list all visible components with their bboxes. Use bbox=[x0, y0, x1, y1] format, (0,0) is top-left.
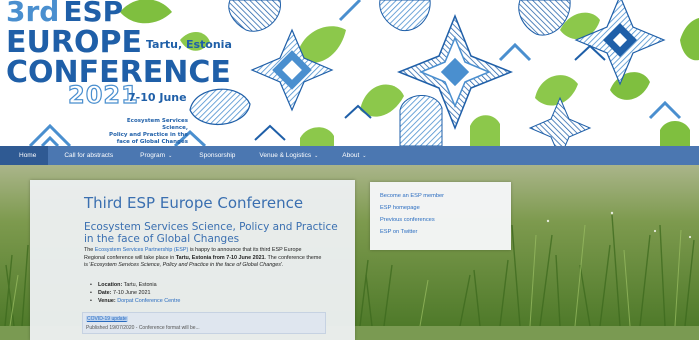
nav-about-label: About bbox=[342, 152, 360, 159]
logo-acronym: ESP bbox=[63, 0, 124, 28]
nav-program-label: Program bbox=[140, 152, 166, 159]
logo-location: Tartu, Estonia bbox=[145, 38, 232, 51]
logo-tagline: Ecosystem Services Science, Policy and P… bbox=[106, 118, 188, 146]
nav-program-dropdown[interactable]: Program ⌄ bbox=[134, 146, 178, 165]
logo-dates: 7-10 June bbox=[128, 91, 187, 104]
nav-venue-logistics-dropdown[interactable]: Venue & Logistics ⌄ bbox=[253, 146, 324, 165]
tagline-line: face of Global Changes bbox=[116, 139, 188, 145]
chevron-down-icon: ⌄ bbox=[362, 152, 367, 159]
chevron-down-icon: ⌄ bbox=[168, 152, 173, 159]
link-previous-conferences[interactable]: Previous conferences bbox=[380, 217, 435, 223]
intro-paragraph: The Ecosystem Services Partnership (ESP)… bbox=[84, 247, 324, 270]
header-banner: 3rd ESP EUROPE Tartu, Estonia CONFERENCE 2… bbox=[0, 0, 699, 146]
nav-venue-logistics-label: Venue & Logistics bbox=[259, 152, 312, 159]
nav-sponsorship-label: Sponsorship bbox=[199, 152, 236, 159]
hatched-dome-5 bbox=[399, 95, 443, 146]
covid-update-link[interactable]: COVID-19 update bbox=[86, 316, 128, 322]
quick-links-card: Become an ESP member ESP homepage Previo… bbox=[370, 182, 511, 250]
main-navigation: Home Call for abstracts Program ⌄ Sponso… bbox=[0, 146, 699, 165]
esp-link[interactable]: Ecosystem Services Partnership (ESP) bbox=[95, 247, 188, 253]
intro-emphasis: Tartu, Estonia from 7-10 June 2021 bbox=[175, 254, 265, 261]
detail-venue: Venue: Dorpat Conference Centre bbox=[90, 297, 180, 305]
chevron-down-icon: ⌄ bbox=[314, 152, 319, 159]
star-motif-4 bbox=[528, 96, 592, 146]
detail-location: Location: Tartu, Estonia bbox=[90, 281, 180, 289]
tagline-line: Ecosystem Services Science, bbox=[126, 118, 188, 131]
intro-text: The bbox=[84, 247, 95, 253]
venue-link[interactable]: Dorpat Conference Centre bbox=[117, 298, 180, 304]
logo-ordinal: 3rd bbox=[6, 0, 60, 28]
covid-update-box: COVID-19 update Published 19/07/2020 - C… bbox=[82, 312, 326, 334]
detail-value: 7-10 June 2021 bbox=[112, 290, 151, 296]
page-title: Third ESP Europe Conference bbox=[84, 194, 304, 212]
detail-label: Venue: bbox=[98, 298, 116, 304]
tagline-line: Policy and Practice in the bbox=[109, 132, 188, 138]
link-become-esp-member[interactable]: Become an ESP member bbox=[380, 193, 444, 199]
main-content-card: Third ESP Europe Conference Ecosystem Se… bbox=[30, 180, 355, 340]
conference-logo: 3rd ESP EUROPE Tartu, Estonia CONFERENCE 2… bbox=[6, 0, 232, 145]
detail-label: Date: bbox=[98, 290, 112, 296]
nav-call-for-abstracts-label: Call for abstracts bbox=[64, 152, 114, 159]
nav-about-dropdown[interactable]: About ⌄ bbox=[336, 146, 372, 165]
link-esp-twitter[interactable]: ESP on Twitter bbox=[380, 229, 417, 235]
hatched-dome-3 bbox=[379, 0, 431, 32]
nav-home-label: Home bbox=[19, 152, 37, 159]
nav-sponsorship[interactable]: Sponsorship bbox=[193, 146, 241, 165]
intro-theme: Ecosystem Services Science, Policy and P… bbox=[90, 262, 281, 269]
conference-details-list: Location: Tartu, Estonia Date: 7-10 June… bbox=[90, 281, 180, 305]
nav-call-for-abstracts[interactable]: Call for abstracts bbox=[58, 146, 119, 165]
detail-value: Tartu, Estonia bbox=[123, 282, 157, 288]
hatched-dome-1 bbox=[189, 88, 251, 125]
page-subtitle: Ecosystem Services Science, Policy and P… bbox=[84, 221, 338, 245]
detail-date: Date: 7-10 June 2021 bbox=[90, 289, 180, 297]
hatched-dome-2 bbox=[228, 0, 281, 32]
link-esp-homepage[interactable]: ESP homepage bbox=[380, 205, 420, 211]
star-motif-3 bbox=[574, 0, 666, 86]
detail-label: Location: bbox=[98, 282, 123, 288]
intro-text: '. bbox=[280, 262, 284, 269]
nav-home[interactable]: Home bbox=[0, 146, 49, 165]
